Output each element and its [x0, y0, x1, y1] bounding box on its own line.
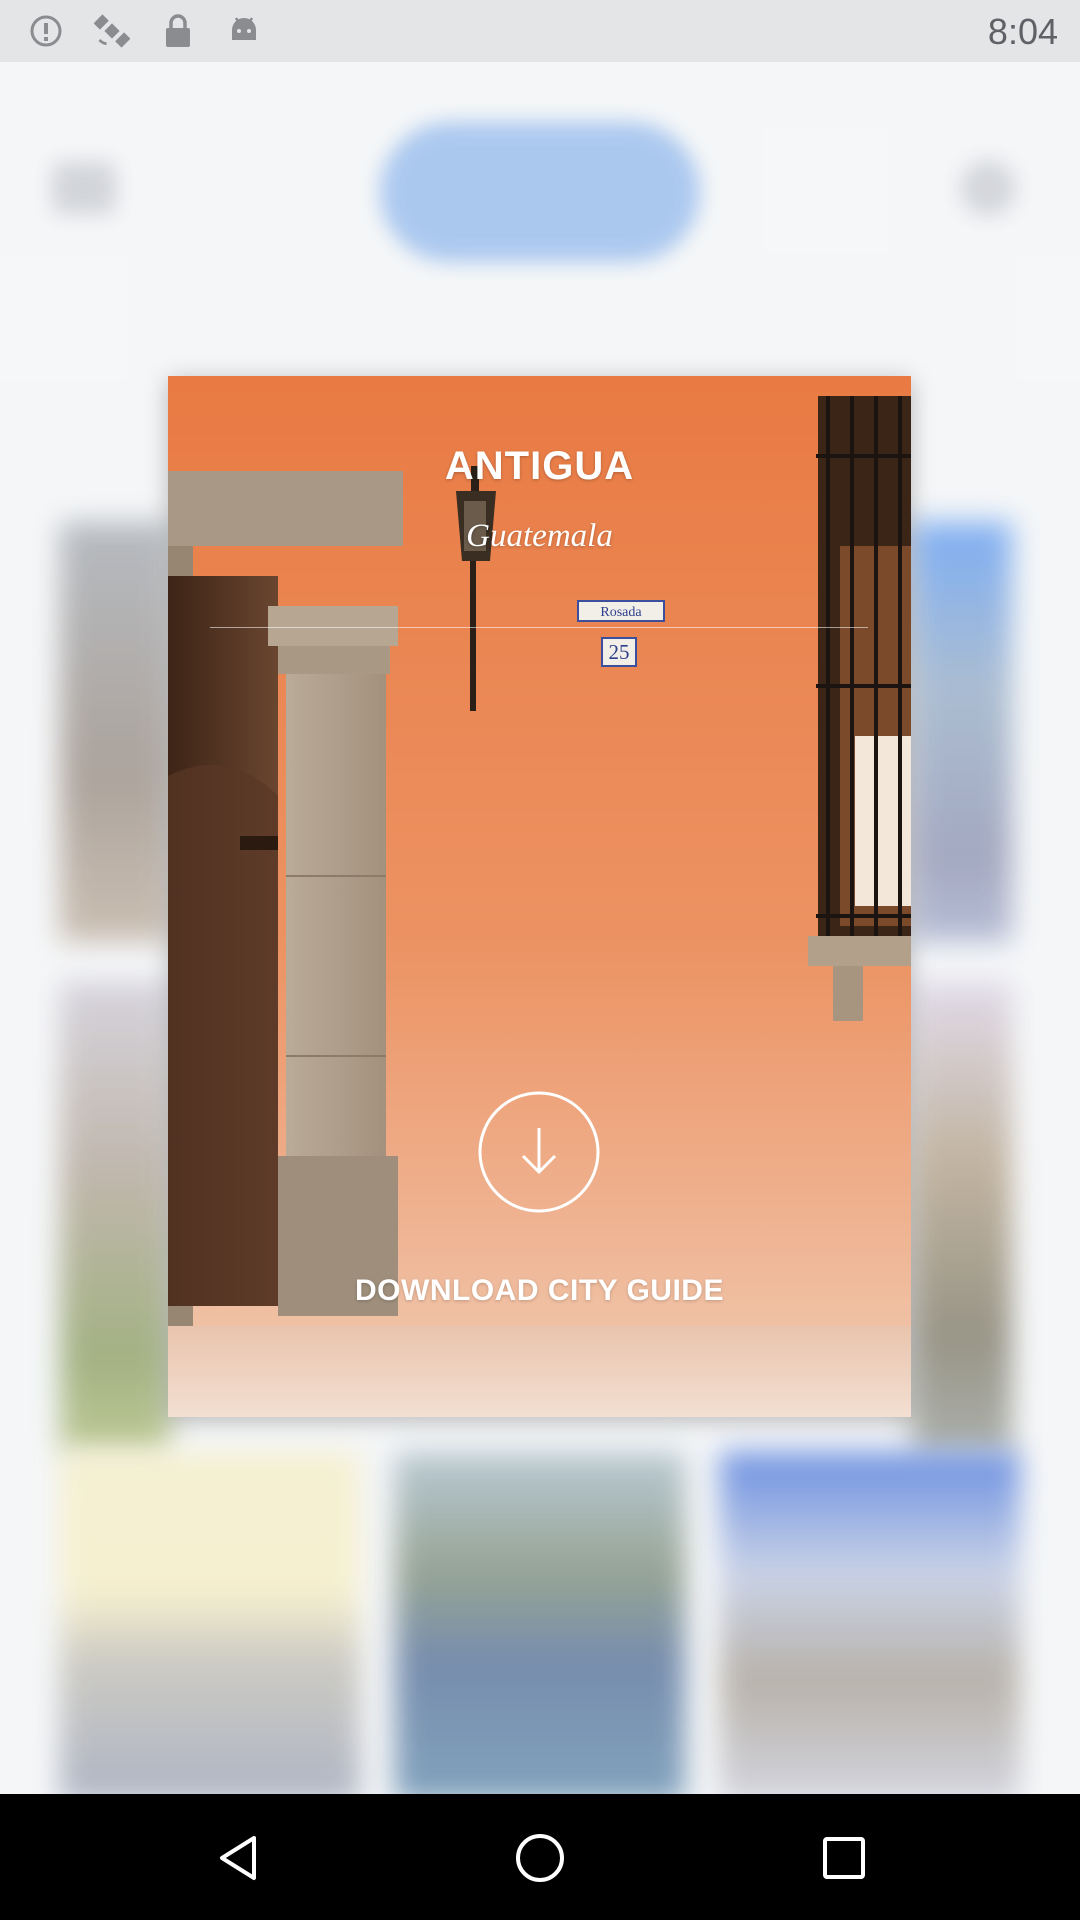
city-guide-card[interactable]: Rosada 25 ANTIGUA Guatemala DOWNLOAD CIT… — [168, 376, 911, 1417]
status-time: 8:04 — [987, 11, 1058, 52]
home-icon[interactable] — [514, 1832, 566, 1884]
alert-circle-icon — [28, 13, 64, 49]
status-bar: 8:04 — [0, 0, 1080, 62]
svg-text:Rosada: Rosada — [600, 605, 642, 620]
svg-text:25: 25 — [609, 640, 630, 664]
android-icon — [226, 13, 262, 49]
title-divider — [210, 627, 868, 628]
recents-icon[interactable] — [818, 1832, 870, 1884]
country-name: Guatemala — [466, 518, 613, 554]
download-city-guide-button[interactable]: DOWNLOAD CITY GUIDE — [168, 1274, 911, 1308]
navigation-bar — [0, 1794, 1080, 1920]
lock-icon — [160, 13, 196, 49]
download-arrow-icon[interactable] — [477, 1090, 601, 1214]
notification-icons — [28, 13, 262, 49]
back-icon[interactable] — [212, 1832, 264, 1884]
city-name: ANTIGUA — [444, 444, 635, 488]
satellite-icon — [94, 13, 130, 49]
